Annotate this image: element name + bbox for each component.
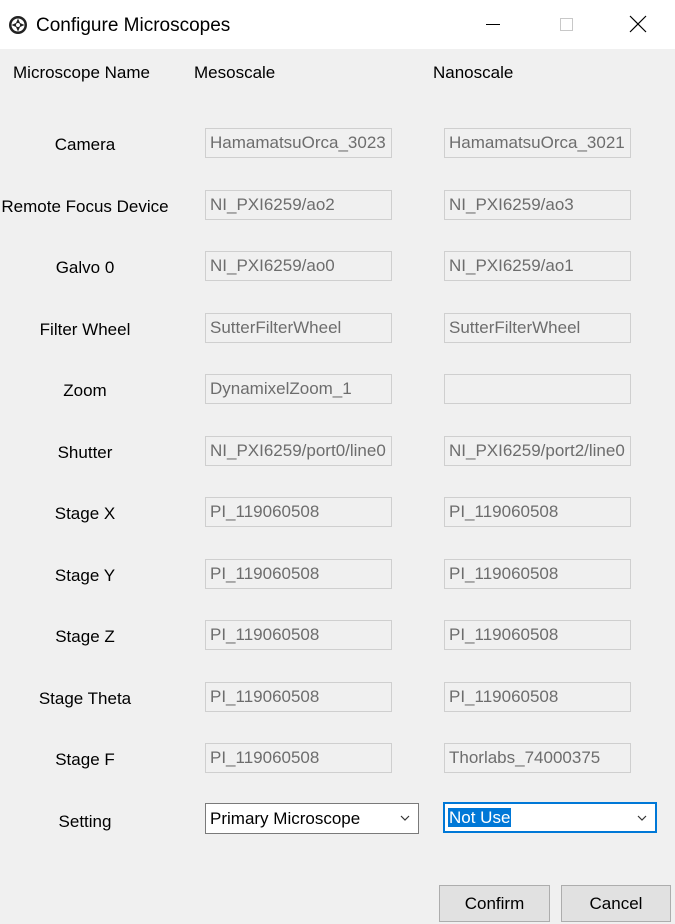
- row-label: Stage X: [54, 504, 116, 523]
- row-label: Stage Theta: [38, 688, 132, 708]
- nanoscale-field[interactable]: PI_119060508: [444, 497, 631, 527]
- header-microscope-name: Microscope Name: [13, 63, 150, 82]
- confirm-button[interactable]: Confirm: [439, 885, 550, 922]
- nanoscale-setting-select[interactable]: Not Use: [443, 802, 657, 833]
- row-label: Camera: [54, 135, 116, 154]
- minimize-icon[interactable]: [486, 24, 500, 25]
- chevron-down-icon[interactable]: [400, 813, 410, 823]
- setting-label: Setting: [58, 812, 112, 831]
- mesoscale-field[interactable]: DynamixelZoom_1: [205, 374, 392, 404]
- nanoscale-field[interactable]: NI_PXI6259/port2/line0: [444, 435, 631, 466]
- maximize-icon[interactable]: [560, 18, 573, 31]
- close-icon[interactable]: [628, 14, 648, 34]
- nanoscale-field[interactable]: Thorlabs_74000375: [444, 743, 631, 773]
- mesoscale-field[interactable]: NI_PXI6259/ao2: [205, 189, 392, 220]
- nanoscale-field[interactable]: SutterFilterWheel: [444, 312, 631, 343]
- row-label: Zoom: [63, 381, 107, 400]
- nanoscale-field[interactable]: [444, 374, 631, 404]
- mesoscale-field[interactable]: PI_119060508: [205, 558, 392, 589]
- nanoscale-field[interactable]: PI_119060508: [444, 558, 631, 589]
- header-nanoscale: Nanoscale: [433, 63, 514, 82]
- row-label: Stage Y: [54, 565, 116, 585]
- nanoscale-setting-value: Not Use: [448, 808, 512, 827]
- row-label: Filter Wheel: [39, 319, 131, 339]
- nanoscale-field[interactable]: NI_PXI6259/ao3: [444, 189, 631, 220]
- mesoscale-field[interactable]: NI_PXI6259/port0/line0: [205, 435, 392, 466]
- mesoscale-field[interactable]: PI_119060508: [205, 620, 392, 650]
- nanoscale-field[interactable]: PI_119060508: [444, 681, 631, 712]
- mesoscale-field[interactable]: SutterFilterWheel: [205, 312, 392, 343]
- mesoscale-field[interactable]: HamamatsuOrca_3023: [205, 128, 392, 158]
- mesoscale-field[interactable]: PI_119060508: [205, 497, 392, 527]
- mesoscale-field[interactable]: PI_119060508: [205, 743, 392, 773]
- mesoscale-setting-select[interactable]: Primary Microscope: [205, 803, 419, 834]
- row-label: Remote Focus Device: [1, 196, 169, 216]
- row-label: Stage F: [55, 750, 115, 769]
- title-bar: Configure Microscopes: [0, 0, 675, 49]
- mesoscale-field[interactable]: NI_PXI6259/ao0: [205, 251, 392, 281]
- mesoscale-setting-value: Primary Microscope: [210, 809, 361, 828]
- nanoscale-field[interactable]: HamamatsuOrca_3021: [444, 128, 631, 158]
- nanoscale-field[interactable]: PI_119060508: [444, 620, 631, 650]
- nanoscale-field[interactable]: NI_PXI6259/ao1: [444, 251, 631, 281]
- row-label: Galvo 0: [55, 258, 115, 277]
- row-label: Shutter: [57, 442, 113, 462]
- app-icon: [9, 16, 27, 34]
- chevron-down-icon[interactable]: [637, 813, 647, 823]
- header-mesoscale: Mesoscale: [194, 63, 276, 82]
- cancel-button[interactable]: Cancel: [561, 885, 671, 922]
- mesoscale-field[interactable]: PI_119060508: [205, 681, 392, 712]
- window-title: Configure Microscopes: [36, 15, 231, 36]
- row-label: Stage Z: [55, 627, 115, 646]
